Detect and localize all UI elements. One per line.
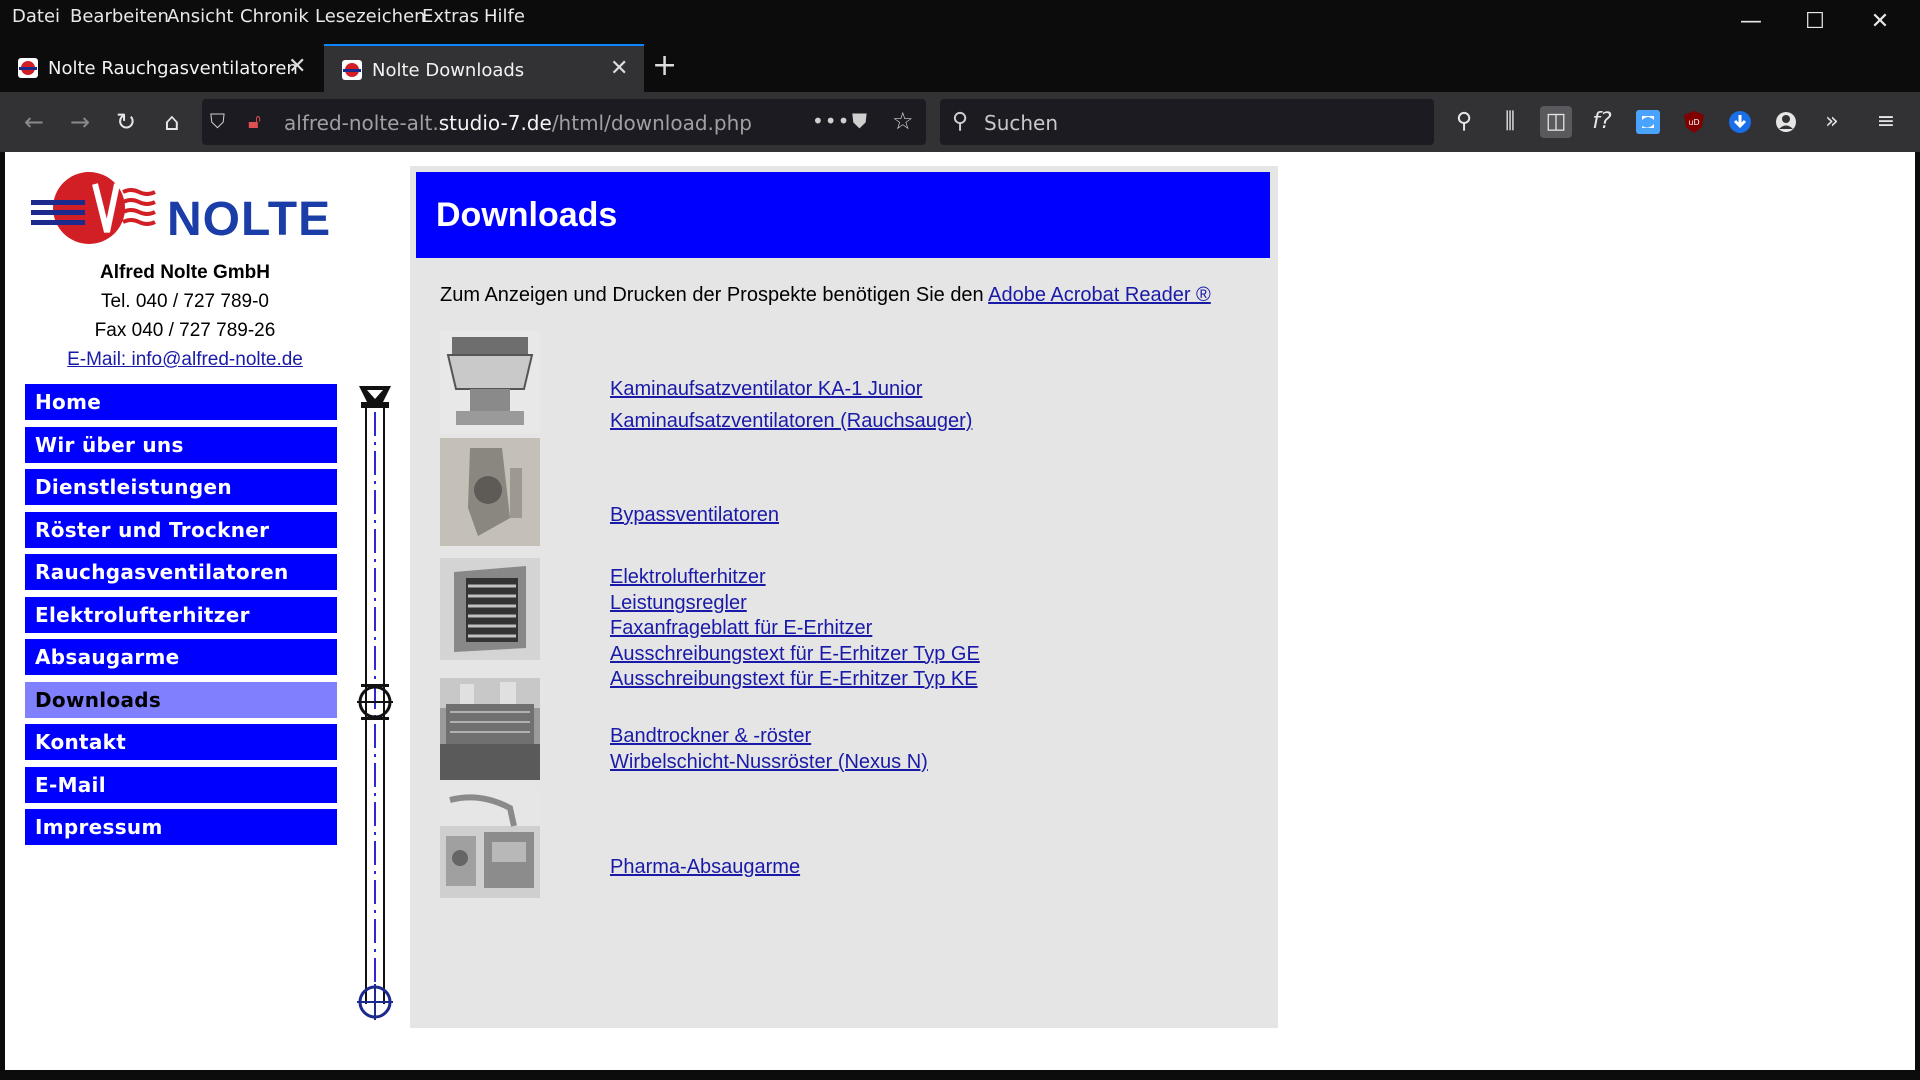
navigation-toolbar: ← → ↻ ⌂ ⛉ 🔓︎ alfred-nolte-alt.studio-7.d… — [0, 92, 1920, 152]
download-link-bandtrockner[interactable]: Bandtrockner & -röster — [610, 725, 811, 748]
account-icon[interactable] — [1770, 106, 1802, 138]
url-bar[interactable]: ⛉ 🔓︎ alfred-nolte-alt.studio-7.de/html/d… — [202, 99, 926, 145]
nav-impressum[interactable]: Impressum — [25, 809, 337, 845]
logo-text: NOLTE — [167, 193, 332, 246]
acrobat-note: Zum Anzeigen und Drucken der Prospekte b… — [440, 284, 1211, 307]
menu-lesezeichen[interactable]: Lesezeichen — [315, 6, 426, 27]
nav-home[interactable]: Home — [25, 384, 337, 420]
page-actions-icon[interactable]: ••• — [812, 109, 850, 133]
download-link-elektrolufterhitzer[interactable]: Elektrolufterhitzer — [610, 566, 766, 589]
tab-rauchgasventilatoren[interactable]: Nolte Rauchgasventilatoren ✕ — [0, 44, 320, 92]
company-name: Alfred Nolte GmbH — [100, 262, 270, 283]
menu-chronik[interactable]: Chronik — [240, 6, 309, 27]
new-tab-button[interactable]: + — [652, 48, 677, 83]
menu-bar: Datei Bearbeiten Ansicht Chronik Lesezei… — [0, 0, 1920, 34]
download-link-nussroester[interactable]: Wirbelschicht-Nussröster (Nexus N) — [610, 751, 928, 774]
pharma-extraction-photo[interactable] — [440, 786, 540, 898]
back-arrow-icon[interactable]: ← — [18, 106, 50, 138]
nolte-logo[interactable]: NOLTE — [31, 170, 361, 246]
download-link-pharma-absaugarme[interactable]: Pharma-Absaugarme — [610, 856, 800, 879]
search-placeholder: Suchen — [984, 111, 1059, 135]
download-link-faxanfrageblatt[interactable]: Faxanfrageblatt für E-Erhitzer — [610, 617, 872, 640]
nav-dienstleistungen[interactable]: Dienstleistungen — [25, 469, 337, 505]
reload-icon[interactable]: ↻ — [110, 106, 142, 138]
close-window-button[interactable]: ✕ — [1848, 0, 1912, 44]
menu-extras[interactable]: Extras — [422, 6, 479, 27]
bypass-fan-photo[interactable] — [440, 438, 540, 546]
nav-kontakt[interactable]: Kontakt — [25, 724, 337, 760]
download-icon[interactable] — [1724, 106, 1756, 138]
tab-title: Nolte Rauchgasventilatoren — [48, 58, 298, 79]
tab-downloads[interactable]: Nolte Downloads ✕ — [324, 44, 644, 92]
url-text[interactable]: alfred-nolte-alt.studio-7.de/html/downlo… — [284, 111, 752, 135]
font-finder-icon[interactable]: f? — [1586, 106, 1618, 138]
menu-ansicht[interactable]: Ansicht — [167, 6, 233, 27]
download-link-ka1-junior[interactable]: Kaminaufsatzventilator KA-1 Junior — [610, 378, 922, 401]
insecure-lock-icon[interactable]: 🔓︎ — [248, 109, 261, 133]
search-icon: ⚲ — [952, 108, 969, 133]
pocket-icon[interactable]: ⛊ — [852, 109, 867, 133]
sidebar-icon[interactable]: ◫ — [1540, 106, 1572, 138]
download-link-bypassventilatoren[interactable]: Bypassventilatoren — [610, 504, 779, 527]
belt-dryer-photo[interactable] — [440, 678, 540, 780]
favicon-icon — [18, 58, 38, 78]
favicon-icon — [342, 60, 362, 80]
content-panel: Downloads Zum Anzeigen und Drucken der P… — [410, 166, 1278, 1028]
nav-roester-und-trockner[interactable]: Röster und Trockner — [25, 511, 337, 548]
close-icon[interactable]: ✕ — [610, 56, 628, 81]
page-title: Downloads — [436, 196, 618, 234]
menu-hilfe[interactable]: Hilfe — [484, 6, 525, 27]
nav-wir-ueber-uns[interactable]: Wir über uns — [25, 426, 337, 463]
window-bottom-border — [0, 1070, 1920, 1080]
library-icon[interactable]: ⫼ — [1494, 106, 1526, 138]
company-phone: Tel. 040 / 727 789-0 — [101, 291, 269, 312]
download-link-ausschreibung-ke[interactable]: Ausschreibungstext für E-Erhitzer Typ KE — [610, 668, 978, 691]
nav-rauchgasventilatoren[interactable]: Rauchgasventilatoren — [25, 554, 337, 590]
maximize-button[interactable]: ☐ — [1783, 0, 1847, 44]
download-link-rauchsauger[interactable]: Kaminaufsatzventilatoren (Rauchsauger) — [610, 410, 972, 433]
star-icon[interactable]: ☆ — [892, 107, 914, 135]
company-email: E-Mail: info@alfred-nolte.de — [25, 349, 345, 371]
search-icon[interactable]: ⚲ — [1448, 106, 1480, 138]
acrobat-note-text: Zum Anzeigen und Drucken der Prospekte b… — [440, 284, 989, 306]
shield-icon[interactable]: ⛉ — [210, 109, 225, 133]
chimney-fan-photo[interactable] — [440, 331, 540, 433]
email-link[interactable]: E-Mail: info@alfred-nolte.de — [67, 349, 303, 370]
acrobat-reader-link[interactable]: Adobe Acrobat Reader ® — [988, 284, 1211, 306]
menu-datei[interactable]: Datei — [12, 6, 60, 27]
tab-title: Nolte Downloads — [372, 60, 525, 81]
menu-bearbeiten[interactable]: Bearbeiten — [70, 6, 169, 27]
forward-arrow-icon[interactable]: → — [64, 106, 96, 138]
download-link-ausschreibung-ge[interactable]: Ausschreibungstext für E-Erhitzer Typ GE — [610, 643, 980, 666]
nav-downloads[interactable]: Downloads — [25, 681, 337, 718]
page-header: Downloads — [416, 172, 1270, 258]
air-heater-photo[interactable] — [440, 558, 540, 660]
chimney-pipe-icon — [357, 386, 393, 1020]
minimize-button[interactable]: — — [1719, 0, 1783, 44]
web-page: NOLTE Alfred Nolte GmbH Tel. 040 / 727 7… — [5, 152, 1915, 1070]
nav-elektrolufterhitzer[interactable]: Elektrolufterhitzer — [25, 596, 337, 633]
tab-bar: Nolte Rauchgasventilatoren ✕ Nolte Downl… — [0, 44, 1920, 92]
nav-e-mail[interactable]: E-Mail — [25, 766, 337, 803]
search-input[interactable]: ⚲ Suchen — [940, 99, 1434, 145]
home-icon[interactable]: ⌂ — [156, 106, 188, 138]
hamburger-menu-icon[interactable]: ≡ — [1870, 106, 1902, 138]
svg-text:uD: uD — [1688, 118, 1699, 127]
close-icon[interactable]: ✕ — [288, 54, 306, 79]
overflow-chevron-icon[interactable]: » — [1816, 106, 1848, 138]
extension-s-icon[interactable] — [1632, 106, 1664, 138]
company-fax: Fax 040 / 727 789-26 — [94, 320, 276, 341]
logo-emblem-icon — [31, 172, 156, 244]
download-link-leistungsregler[interactable]: Leistungsregler — [610, 592, 747, 615]
nav-absaugarme[interactable]: Absaugarme — [25, 639, 337, 675]
ublock-icon[interactable]: uD — [1678, 106, 1710, 138]
